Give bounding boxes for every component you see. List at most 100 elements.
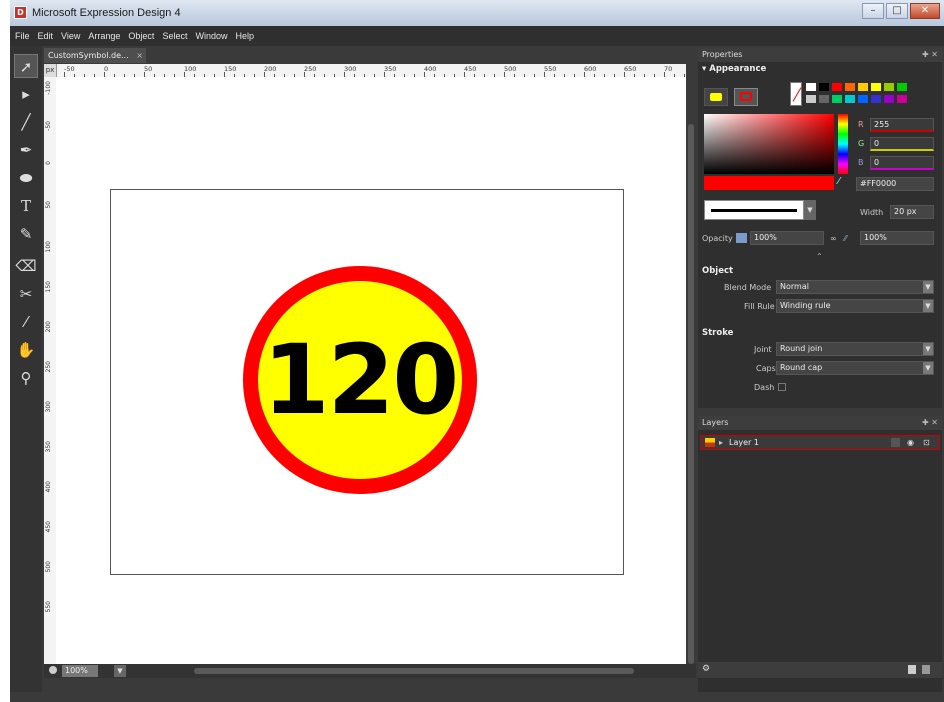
eraser-tool-icon[interactable]: ⌫ [14,254,38,278]
menu-edit[interactable]: Edit [35,26,57,46]
zoom-field[interactable]: 100% [62,665,98,677]
scissors-tool-icon[interactable]: ✂ [14,282,38,306]
fill-rule-dropdown[interactable]: Winding rule ▼ [776,299,934,313]
pencil-tool-icon[interactable]: ✎ [14,222,38,246]
pin-icon[interactable]: ✚ ✕ [922,416,938,430]
text-tool-icon[interactable]: T [14,194,38,218]
maximize-button[interactable]: □ [886,3,908,19]
menu-select[interactable]: Select [159,26,190,46]
speed-sign-text[interactable]: 120 [258,325,462,435]
swatch-grid[interactable] [790,82,930,106]
joint-dropdown[interactable]: Round join ▼ [776,342,934,356]
color-swatch[interactable] [884,83,894,91]
menu-object[interactable]: Object [125,26,157,46]
width-field[interactable]: 20 px [890,205,934,219]
stroke-opacity-icon[interactable]: ⁄⁄ [844,234,847,243]
pin-icon[interactable]: ✚ ✕ [922,48,938,62]
ellipse-tool-icon[interactable]: ⬬ [14,166,38,190]
color-swatch[interactable] [884,95,894,103]
color-swatch[interactable] [858,95,868,103]
no-color-swatch[interactable] [790,82,802,106]
horizontal-scroll-thumb[interactable] [194,668,634,674]
layer-row[interactable]: ▸ Layer 1 ◉ ⊡ [700,435,940,450]
view-toggle-icon[interactable] [49,666,57,674]
eyedropper-icon[interactable]: ⁄ [838,176,850,190]
menu-arrange[interactable]: Arrange [85,26,123,46]
color-swatch[interactable] [832,95,842,103]
pen-tool-icon[interactable]: ✒ [14,138,38,162]
brush-tool-icon[interactable]: ╱ [14,110,38,134]
speed-sign-ring[interactable]: 120 [243,266,477,494]
appearance-label: Appearance [709,64,767,74]
expand-arrow-icon[interactable]: ▸ [719,436,723,449]
stroke-style-dropdown[interactable] [704,200,804,220]
delete-layer-icon[interactable] [922,665,930,674]
color-swatch[interactable] [819,95,829,103]
minimize-button[interactable]: – [862,3,884,19]
vertical-scroll-thumb[interactable] [688,124,694,664]
color-swatch[interactable] [871,83,881,91]
stroke-style-dropdown-icon[interactable]: ▼ [804,200,816,220]
lock-icon[interactable]: ⊡ [923,436,930,449]
hex-value-field[interactable]: #FF0000 [856,177,934,191]
color-spectrum[interactable] [704,114,834,174]
color-swatch[interactable] [858,83,868,91]
selection-tool-icon[interactable]: ➚ [14,54,38,78]
layers-panel: Layers ✚ ✕ ▸ Layer 1 ◉ ⊡ ⚙ [698,416,942,692]
fill-button[interactable] [704,88,728,106]
b-label: B [858,158,864,167]
hue-slider[interactable] [838,114,848,174]
close-tab-icon[interactable]: × [136,48,143,63]
menu-help[interactable]: Help [232,26,257,46]
speed-sign-fill[interactable]: 120 [258,281,462,479]
app-logo-icon: D [14,6,27,19]
layer-options-gear-icon[interactable]: ⚙ [702,664,710,674]
zoom-tool-icon[interactable]: ⚲ [14,366,38,390]
color-swatch[interactable] [897,83,907,91]
color-swatch[interactable] [845,83,855,91]
stroke-opacity-field[interactable]: 100% [860,231,934,245]
color-swatch[interactable] [871,95,881,103]
collapse-chevron-icon[interactable]: ⌃ [816,252,823,261]
dropdown-arrow-icon: ▼ [923,281,933,293]
color-swatch[interactable] [832,83,842,91]
ruler-v-label: 550 [45,601,52,613]
r-label: R [858,120,864,129]
menu-file[interactable]: File [12,26,33,46]
layer-color-icon [705,438,715,447]
dash-checkbox[interactable] [778,383,786,391]
pan-hand-tool-icon[interactable]: ✋ [14,338,38,362]
caps-dropdown[interactable]: Round cap ▼ [776,361,934,375]
tab-document[interactable]: CustomSymbol.de... × [44,48,146,63]
drawing-canvas[interactable]: 120 [56,77,686,664]
zoom-dropdown-icon[interactable]: ▼ [114,665,126,677]
opacity-field[interactable]: 100% [750,231,824,245]
new-layer-icon[interactable] [908,665,916,674]
document-tab-label: CustomSymbol.de... [48,51,129,60]
color-swatch[interactable] [897,95,907,103]
ruler-h-label: -50 [64,65,75,73]
vertical-scrollbar[interactable] [686,64,696,664]
g-value-field[interactable]: 0 [870,137,934,151]
menu-view[interactable]: View [58,26,83,46]
close-button[interactable]: ✕ [910,3,940,19]
dropdown-arrow-icon: ▼ [923,343,933,355]
opacity-fill-icon[interactable] [736,233,747,243]
link-icon[interactable]: ∞ [830,234,837,243]
color-swatch[interactable] [819,83,829,91]
visibility-eye-icon[interactable]: ◉ [907,436,914,449]
eyedropper-tool-icon[interactable]: ⁄ [14,310,38,334]
appearance-section[interactable]: ▾ Appearance [698,64,942,74]
stroke-button[interactable] [734,88,758,106]
r-value-field[interactable]: 255 [870,118,934,132]
direct-select-tool-icon[interactable]: ▸ [14,82,38,106]
color-swatch[interactable] [845,95,855,103]
layer-name[interactable]: Layer 1 [729,436,759,449]
blend-mode-dropdown[interactable]: Normal ▼ [776,280,934,294]
color-swatch[interactable] [806,95,816,103]
b-value-field[interactable]: 0 [870,156,934,170]
color-swatch[interactable] [806,83,816,91]
layer-lock-box-icon[interactable] [891,438,900,447]
menu-window[interactable]: Window [192,26,230,46]
artboard[interactable]: 120 [110,189,624,575]
